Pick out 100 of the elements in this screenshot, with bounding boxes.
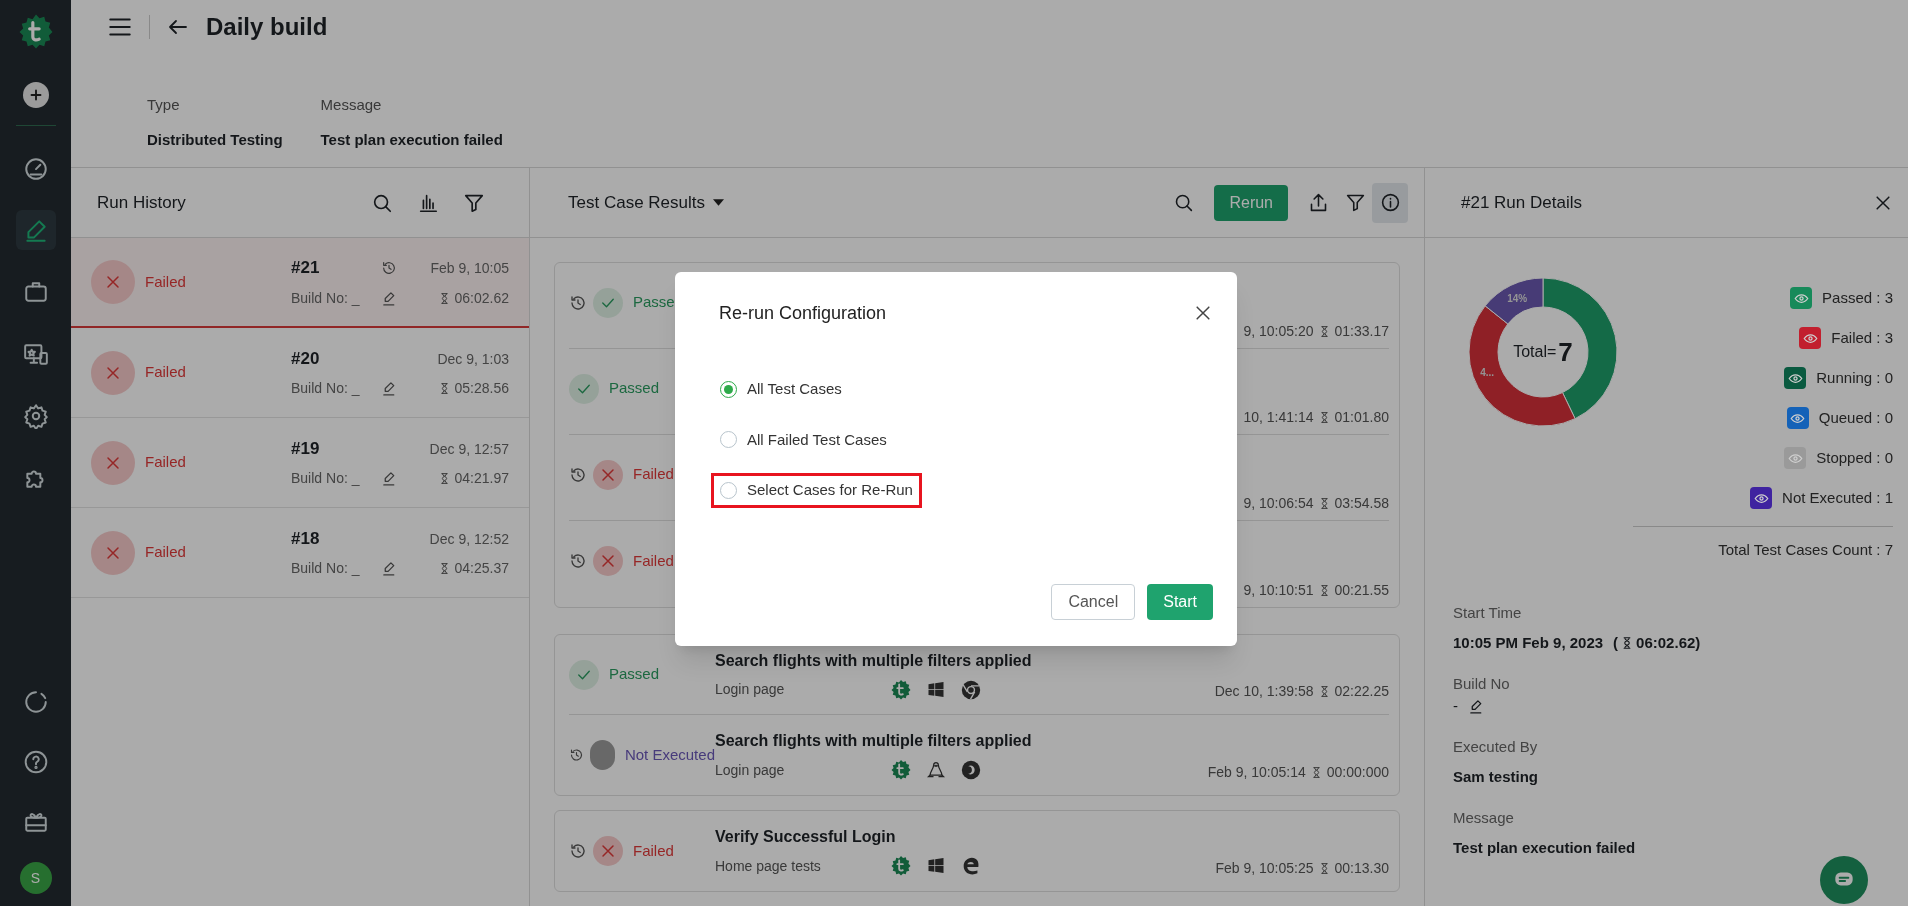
run-row[interactable]: Failed #21 Build No: _ Feb 9, 10:05 06:02.62	[71, 238, 529, 328]
info-button[interactable]	[1372, 182, 1408, 223]
test-date: Feb 9, 10:05:25	[1215, 859, 1314, 878]
status-label: Failed	[145, 362, 186, 383]
passed-status-icon	[569, 659, 599, 690]
legend-label: Failed : 3	[1831, 327, 1893, 348]
failed-status-icon	[593, 459, 623, 490]
status-label: Passe	[633, 292, 675, 313]
radio-option[interactable]: All Failed Test Cases	[711, 422, 896, 457]
windows-icon	[926, 679, 946, 700]
failed-status-icon	[91, 260, 135, 304]
test-duration: 00:21.55	[1334, 581, 1389, 600]
logo-icon	[890, 855, 912, 877]
detail-value: 10:05 PM Feb 9, 2023	[1453, 633, 1604, 653]
run-number: #18	[291, 527, 321, 550]
browser-icon	[960, 759, 982, 781]
test-date: 10, 1:41:14	[1243, 408, 1314, 427]
add-button[interactable]	[22, 82, 49, 108]
detail-value: Sam testing	[1453, 767, 1540, 787]
status-label: Failed	[145, 271, 186, 292]
gauge-icon	[22, 155, 49, 181]
failed-status-icon	[91, 350, 135, 395]
radio-option[interactable]: Select Cases for Re-Run	[711, 473, 922, 508]
run-date: Feb 9, 10:05	[430, 259, 509, 278]
search-icon	[1173, 192, 1195, 213]
help-icon	[22, 749, 49, 775]
panel-title: Run History	[97, 191, 186, 214]
search-button[interactable]	[1173, 192, 1195, 213]
legend-label: Queued : 0	[1818, 407, 1893, 428]
status-label: Failed	[145, 452, 186, 473]
suite-name: Login page	[715, 680, 786, 699]
detail-label: Message	[1453, 807, 1515, 828]
info-icon	[1379, 192, 1401, 213]
failed-status-icon	[593, 546, 623, 576]
test-case-title: Verify Successful Login	[715, 827, 897, 847]
legend-label: Not Executed : 1	[1782, 487, 1893, 508]
status-label: Not Executed	[624, 744, 715, 765]
test-duration: 01:01.80	[1334, 408, 1389, 427]
run-duration: 06:02.62	[454, 288, 509, 308]
settings-icon	[22, 403, 49, 429]
results-dropdown[interactable]: Test Case Results	[568, 189, 724, 216]
chat-button[interactable]	[1820, 856, 1868, 904]
build-number: Build No: _	[291, 379, 361, 398]
run-row[interactable]: Failed #18 Build No: _ Dec 9, 12:52 04:25.37	[71, 508, 529, 598]
paren-text: )	[1695, 633, 1701, 653]
legend-label: Running : 0	[1816, 367, 1893, 388]
run-row[interactable]: Failed #19 Build No: _ Dec 9, 12:57 04:21.97	[71, 418, 529, 508]
test-case-title: Search flights with multiple filters applied	[715, 650, 1033, 671]
passed-status-icon	[569, 373, 599, 404]
status-label: Failed	[633, 840, 674, 861]
total-count: Total Test Cases Count : 7	[1718, 540, 1893, 560]
status-label: Failed	[633, 464, 674, 485]
status-label: Failed	[633, 550, 674, 571]
detail-value: Test plan execution failed	[1453, 838, 1637, 858]
field-value: Distributed Testing	[147, 129, 283, 150]
slice-label: 14%	[1507, 293, 1528, 305]
build-number: Build No: _	[291, 288, 361, 308]
logo-icon	[890, 759, 912, 781]
build-number: Build No: _	[291, 559, 361, 578]
sidebar-item[interactable]	[15, 210, 56, 250]
test-date: Feb 9, 10:05:14	[1207, 763, 1306, 782]
run-number: #21	[291, 257, 321, 280]
logo-icon	[890, 678, 912, 701]
upload-icon	[1308, 192, 1329, 213]
test-duration: 00:13.30	[1334, 859, 1389, 878]
radio-option[interactable]: All Test Cases	[711, 372, 851, 407]
export-button[interactable]	[1308, 192, 1329, 213]
paren-text: (	[1613, 633, 1619, 653]
test-date: 9, 10:10:51	[1243, 581, 1314, 600]
status-label: Passed	[609, 664, 660, 685]
filter-icon	[1345, 192, 1366, 213]
suite-name: Home page tests	[715, 856, 822, 876]
detail-duration: 06:02.62	[1636, 633, 1696, 653]
run-row[interactable]: Failed #20 Build No: _ Dec 9, 1:03 05:28.56	[71, 328, 529, 418]
total-value: 7	[1558, 335, 1573, 369]
detail-value: -	[1453, 696, 1458, 716]
run-date: Dec 9, 1:03	[437, 349, 509, 369]
slice-label: 4...	[1480, 367, 1495, 379]
test-date: 9, 10:05:20	[1243, 322, 1314, 341]
test-duration: 00:00:000	[1326, 763, 1389, 782]
panel-title: #21 Run Details	[1461, 191, 1582, 214]
windows-icon	[926, 856, 946, 876]
suite-name: Login page	[715, 760, 786, 780]
detail-label: Build No	[1453, 673, 1511, 694]
filter-button[interactable]	[1345, 192, 1366, 213]
test-duration: 02:22.25	[1334, 682, 1389, 701]
field-value: Test plan execution failed	[320, 129, 503, 150]
dialog-title: Re-run Configuration	[719, 301, 887, 325]
field-label: Message	[320, 95, 383, 115]
status-label: Passed	[609, 378, 660, 399]
test-duration: 03:54.58	[1334, 494, 1389, 513]
passed-status-icon	[593, 287, 623, 318]
penguin-icon	[926, 760, 946, 780]
total-label: Total=	[1513, 342, 1557, 362]
run-number: #20	[291, 347, 321, 370]
failed-status-icon	[91, 440, 135, 485]
run-date: Dec 9, 12:52	[429, 529, 509, 549]
test-duration: 01:33.17	[1334, 322, 1389, 341]
cancel-button[interactable]: Cancel	[1051, 584, 1136, 620]
run-number: #19	[291, 437, 321, 460]
